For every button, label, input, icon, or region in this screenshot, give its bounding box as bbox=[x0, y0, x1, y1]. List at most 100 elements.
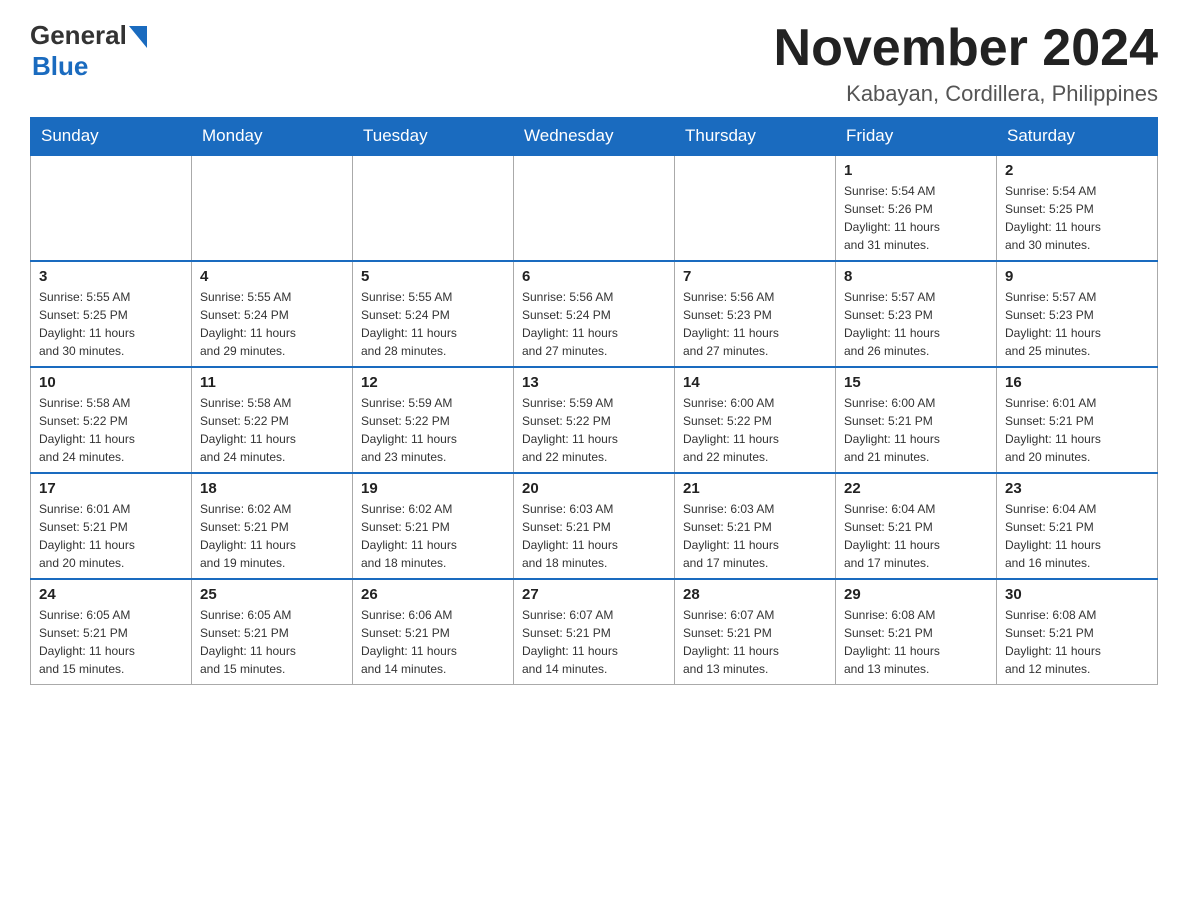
calendar-cell: 2 Sunrise: 5:54 AM Sunset: 5:25 PM Daylig… bbox=[997, 155, 1158, 261]
calendar-cell: 13 Sunrise: 5:59 AM Sunset: 5:22 PM Dayli… bbox=[514, 367, 675, 473]
day-number: 7 bbox=[683, 268, 827, 285]
calendar-cell: 5Sunrise: 5:55 AM Sunset: 5:24 PM Daylig… bbox=[353, 261, 514, 367]
day-number: 16 bbox=[1005, 374, 1149, 391]
day-info: Sunrise: 5:56 AM Sunset: 5:23 PM Dayligh… bbox=[683, 288, 827, 360]
day-number: 11 bbox=[200, 374, 344, 391]
day-info: Sunrise: 5:57 AM Sunset: 5:23 PM Dayligh… bbox=[1005, 288, 1149, 360]
calendar-cell: 24 Sunrise: 6:05 AM Sunset: 5:21 PM Dayli… bbox=[31, 579, 192, 685]
day-info: Sunrise: 5:54 AM Sunset: 5:26 PM Dayligh… bbox=[844, 182, 988, 254]
day-info: Sunrise: 6:04 AM Sunset: 5:21 PM Dayligh… bbox=[844, 500, 988, 572]
week-row-5: 24 Sunrise: 6:05 AM Sunset: 5:21 PM Dayli… bbox=[31, 579, 1158, 685]
calendar-cell: 12 Sunrise: 5:59 AM Sunset: 5:22 PM Dayli… bbox=[353, 367, 514, 473]
calendar-cell: 11 Sunrise: 5:58 AM Sunset: 5:22 PM Dayli… bbox=[192, 367, 353, 473]
calendar-cell: 28 Sunrise: 6:07 AM Sunset: 5:21 PM Dayli… bbox=[675, 579, 836, 685]
day-info: Sunrise: 5:57 AM Sunset: 5:23 PM Dayligh… bbox=[844, 288, 988, 360]
day-info: Sunrise: 5:58 AM Sunset: 5:22 PM Dayligh… bbox=[39, 394, 183, 466]
calendar-header-sunday: Sunday bbox=[31, 118, 192, 156]
calendar-cell: 4 Sunrise: 5:55 AM Sunset: 5:24 PM Daylig… bbox=[192, 261, 353, 367]
day-info: Sunrise: 6:05 AM Sunset: 5:21 PM Dayligh… bbox=[39, 606, 183, 678]
day-info: Sunrise: 5:59 AM Sunset: 5:22 PM Dayligh… bbox=[361, 394, 505, 466]
day-number: 28 bbox=[683, 586, 827, 603]
day-info: Sunrise: 6:01 AM Sunset: 5:21 PM Dayligh… bbox=[1005, 394, 1149, 466]
day-number: 9 bbox=[1005, 268, 1149, 285]
day-info: Sunrise: 5:55 AM Sunset: 5:24 PM Dayligh… bbox=[361, 288, 505, 360]
day-number: 14 bbox=[683, 374, 827, 391]
day-number: 21 bbox=[683, 480, 827, 497]
page-header: General Blue November 2024 Kabayan, Cord… bbox=[30, 20, 1158, 107]
day-number: 2 bbox=[1005, 162, 1149, 179]
day-number: 10 bbox=[39, 374, 183, 391]
day-info: Sunrise: 5:58 AM Sunset: 5:22 PM Dayligh… bbox=[200, 394, 344, 466]
calendar-cell: 16 Sunrise: 6:01 AM Sunset: 5:21 PM Dayli… bbox=[997, 367, 1158, 473]
logo-general-text: General bbox=[30, 20, 127, 51]
location-title: Kabayan, Cordillera, Philippines bbox=[774, 81, 1158, 107]
day-info: Sunrise: 6:07 AM Sunset: 5:21 PM Dayligh… bbox=[522, 606, 666, 678]
day-info: Sunrise: 5:55 AM Sunset: 5:24 PM Dayligh… bbox=[200, 288, 344, 360]
day-number: 19 bbox=[361, 480, 505, 497]
day-number: 29 bbox=[844, 586, 988, 603]
month-title: November 2024 bbox=[774, 20, 1158, 77]
day-info: Sunrise: 6:08 AM Sunset: 5:21 PM Dayligh… bbox=[844, 606, 988, 678]
day-number: 30 bbox=[1005, 586, 1149, 603]
day-number: 6 bbox=[522, 268, 666, 285]
day-info: Sunrise: 6:01 AM Sunset: 5:21 PM Dayligh… bbox=[39, 500, 183, 572]
day-info: Sunrise: 6:06 AM Sunset: 5:21 PM Dayligh… bbox=[361, 606, 505, 678]
calendar-cell: 29 Sunrise: 6:08 AM Sunset: 5:21 PM Dayli… bbox=[836, 579, 997, 685]
day-info: Sunrise: 6:07 AM Sunset: 5:21 PM Dayligh… bbox=[683, 606, 827, 678]
day-info: Sunrise: 5:56 AM Sunset: 5:24 PM Dayligh… bbox=[522, 288, 666, 360]
day-info: Sunrise: 5:59 AM Sunset: 5:22 PM Dayligh… bbox=[522, 394, 666, 466]
calendar-cell: 9 Sunrise: 5:57 AM Sunset: 5:23 PM Daylig… bbox=[997, 261, 1158, 367]
day-number: 1 bbox=[844, 162, 988, 179]
calendar-cell: 15 Sunrise: 6:00 AM Sunset: 5:21 PM Dayli… bbox=[836, 367, 997, 473]
calendar-cell: 18Sunrise: 6:02 AM Sunset: 5:21 PM Dayli… bbox=[192, 473, 353, 579]
calendar-header-tuesday: Tuesday bbox=[353, 118, 514, 156]
day-info: Sunrise: 6:08 AM Sunset: 5:21 PM Dayligh… bbox=[1005, 606, 1149, 678]
calendar-cell bbox=[31, 155, 192, 261]
calendar-cell: 10 Sunrise: 5:58 AM Sunset: 5:22 PM Dayli… bbox=[31, 367, 192, 473]
calendar-header-saturday: Saturday bbox=[997, 118, 1158, 156]
day-info: Sunrise: 5:54 AM Sunset: 5:25 PM Dayligh… bbox=[1005, 182, 1149, 254]
calendar-cell: 26Sunrise: 6:06 AM Sunset: 5:21 PM Dayli… bbox=[353, 579, 514, 685]
day-number: 22 bbox=[844, 480, 988, 497]
day-number: 25 bbox=[200, 586, 344, 603]
day-number: 4 bbox=[200, 268, 344, 285]
title-block: November 2024 Kabayan, Cordillera, Phili… bbox=[774, 20, 1158, 107]
calendar-cell: 30 Sunrise: 6:08 AM Sunset: 5:21 PM Dayli… bbox=[997, 579, 1158, 685]
day-number: 24 bbox=[39, 586, 183, 603]
day-info: Sunrise: 6:00 AM Sunset: 5:22 PM Dayligh… bbox=[683, 394, 827, 466]
logo: General Blue bbox=[30, 20, 147, 82]
calendar-header-thursday: Thursday bbox=[675, 118, 836, 156]
day-number: 17 bbox=[39, 480, 183, 497]
day-number: 23 bbox=[1005, 480, 1149, 497]
calendar-header-wednesday: Wednesday bbox=[514, 118, 675, 156]
calendar-header-friday: Friday bbox=[836, 118, 997, 156]
calendar-cell: 23 Sunrise: 6:04 AM Sunset: 5:21 PM Dayli… bbox=[997, 473, 1158, 579]
week-row-2: 3Sunrise: 5:55 AM Sunset: 5:25 PM Daylig… bbox=[31, 261, 1158, 367]
calendar-cell: 6 Sunrise: 5:56 AM Sunset: 5:24 PM Daylig… bbox=[514, 261, 675, 367]
calendar-cell: 20Sunrise: 6:03 AM Sunset: 5:21 PM Dayli… bbox=[514, 473, 675, 579]
day-info: Sunrise: 6:04 AM Sunset: 5:21 PM Dayligh… bbox=[1005, 500, 1149, 572]
day-info: Sunrise: 6:02 AM Sunset: 5:21 PM Dayligh… bbox=[361, 500, 505, 572]
week-row-1: 1 Sunrise: 5:54 AM Sunset: 5:26 PM Daylig… bbox=[31, 155, 1158, 261]
calendar-cell bbox=[675, 155, 836, 261]
calendar-cell: 17 Sunrise: 6:01 AM Sunset: 5:21 PM Dayli… bbox=[31, 473, 192, 579]
week-row-4: 17 Sunrise: 6:01 AM Sunset: 5:21 PM Dayli… bbox=[31, 473, 1158, 579]
calendar-cell: 19 Sunrise: 6:02 AM Sunset: 5:21 PM Dayli… bbox=[353, 473, 514, 579]
day-number: 13 bbox=[522, 374, 666, 391]
day-number: 18 bbox=[200, 480, 344, 497]
day-number: 12 bbox=[361, 374, 505, 391]
day-number: 15 bbox=[844, 374, 988, 391]
calendar-cell: 8 Sunrise: 5:57 AM Sunset: 5:23 PM Daylig… bbox=[836, 261, 997, 367]
calendar-table: SundayMondayTuesdayWednesdayThursdayFrid… bbox=[30, 117, 1158, 685]
day-number: 8 bbox=[844, 268, 988, 285]
calendar-cell bbox=[514, 155, 675, 261]
calendar-cell bbox=[353, 155, 514, 261]
calendar-cell bbox=[192, 155, 353, 261]
day-number: 20 bbox=[522, 480, 666, 497]
calendar-cell: 1 Sunrise: 5:54 AM Sunset: 5:26 PM Daylig… bbox=[836, 155, 997, 261]
calendar-cell: 7 Sunrise: 5:56 AM Sunset: 5:23 PM Daylig… bbox=[675, 261, 836, 367]
week-row-3: 10 Sunrise: 5:58 AM Sunset: 5:22 PM Dayli… bbox=[31, 367, 1158, 473]
calendar-header-row: SundayMondayTuesdayWednesdayThursdayFrid… bbox=[31, 118, 1158, 156]
calendar-cell: 25Sunrise: 6:05 AM Sunset: 5:21 PM Dayli… bbox=[192, 579, 353, 685]
day-info: Sunrise: 6:00 AM Sunset: 5:21 PM Dayligh… bbox=[844, 394, 988, 466]
